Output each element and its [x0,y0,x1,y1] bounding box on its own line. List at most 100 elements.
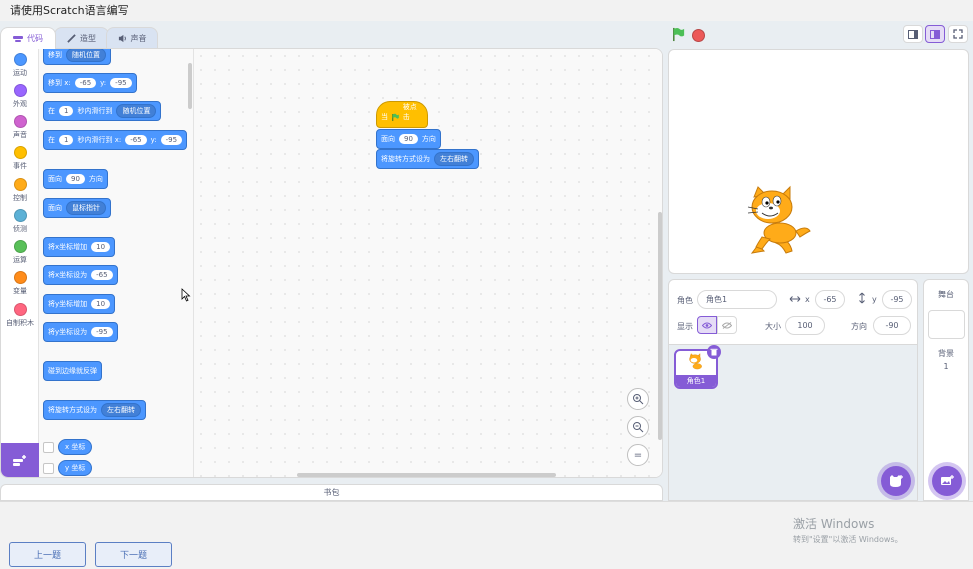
block-input[interactable]: 90 [66,174,85,184]
block-input[interactable]: -95 [110,78,132,88]
block-text: 面向 [48,204,62,212]
block-text: 方向 [421,135,436,143]
tab-sounds-label: 声音 [130,34,147,43]
block-dropdown[interactable]: 左右翻转 [101,403,141,417]
block-set-x[interactable]: 将x坐标设为 -65 [43,265,118,285]
fullscreen-button[interactable] [948,25,968,43]
category-motion[interactable]: 运动 [1,53,39,78]
add-extension-button[interactable] [1,443,39,477]
block-text: 在 [48,107,55,115]
block-input[interactable]: -95 [91,327,113,337]
reporter-x-position[interactable]: x 坐标 [58,439,93,455]
block-palette: 移到 随机位置 移到 x: -65 y: -95 在 1 秒内滑行到 随机位置 … [39,49,194,477]
block-rotation-style[interactable]: 将旋转方式设为 左右翻转 [376,149,479,169]
block-dropdown[interactable]: 鼠标指针 [66,201,106,215]
block-input[interactable]: 1 [59,135,74,145]
block-point-direction[interactable]: 面向 90 方向 [376,129,441,149]
block-glide[interactable]: 在 1 秒内滑行到 随机位置 [43,101,162,121]
backpack[interactable]: 书包 [0,484,663,501]
block-when-flag-clicked[interactable]: 当 被点击 [376,101,428,128]
stage-canvas[interactable] [668,49,969,274]
block-gotoxy[interactable]: 移到 x: -65 y: -95 [43,73,137,93]
category-dot-icon [13,53,27,66]
category-operators[interactable]: 运算 [1,240,39,265]
block-dropdown[interactable]: 左右翻转 [434,152,474,166]
category-label: 声音 [13,131,27,139]
category-variables[interactable]: 变量 [1,271,39,296]
stop-button[interactable] [692,29,705,42]
block-goto[interactable]: 移到 随机位置 [43,49,111,65]
block-bounce[interactable]: 碰到边缘就反弹 [43,361,102,381]
category-dot-icon [13,271,27,284]
tab-code[interactable]: 代码 [0,27,56,49]
watermark-line2: 转到"设置"以激活 Windows。 [793,535,903,544]
script-area[interactable]: 当 被点击 面向 90 方向 将旋转方式设为 左右翻转 = [194,49,662,477]
speaker-icon [118,34,126,43]
choose-sprite-button[interactable] [881,466,911,496]
backdrop-label: 背景 [938,349,954,358]
canvas-vertical-scrollbar[interactable] [658,212,662,440]
sprite-name-input[interactable]: 角色1 [697,290,777,309]
green-flag-button[interactable] [671,27,686,42]
block-input[interactable]: -65 [125,135,147,145]
palette-scrollbar[interactable] [188,63,192,109]
direction-input[interactable]: -90 [873,316,911,335]
reporter-y-position[interactable]: y 坐标 [58,460,93,476]
previous-question-button[interactable]: 上一题 [9,542,86,567]
block-input[interactable]: 10 [91,299,111,309]
block-text: y: [100,79,107,87]
zoom-out-button[interactable] [627,416,649,438]
cat-sprite[interactable] [744,185,814,257]
x-input[interactable]: -65 [815,290,845,309]
y-input[interactable]: -95 [882,290,912,309]
block-change-y[interactable]: 将y坐标增加 10 [43,294,116,314]
delete-sprite-button[interactable] [707,345,721,359]
x-label: x [805,295,810,304]
show-sprite-button[interactable] [697,316,717,334]
block-change-x[interactable]: 将x坐标增加 10 [43,237,116,257]
cat-add-icon [890,475,903,487]
small-stage-button[interactable] [903,25,923,43]
category-dot-icon [13,240,27,253]
x-arrows-icon [789,296,801,302]
block-input[interactable]: -95 [160,135,183,145]
block-dropdown[interactable]: 随机位置 [66,49,106,62]
block-input[interactable]: -65 [74,78,97,88]
normal-stage-button[interactable] [925,25,945,43]
size-label: 大小 [765,322,781,331]
xpos-checkbox[interactable] [43,442,54,453]
code-icon [13,35,23,42]
category-sound[interactable]: 声音 [1,115,39,140]
block-glidexy[interactable]: 在 1 秒内滑行到 x: -65 y: -95 [43,130,188,150]
ypos-checkbox[interactable] [43,463,54,474]
tab-costumes[interactable]: 造型 [54,27,109,49]
brush-icon [67,34,76,43]
block-rotation-style[interactable]: 将旋转方式设为 左右翻转 [43,400,146,420]
block-point-direction[interactable]: 面向 90 方向 [43,169,108,189]
stage-selector[interactable]: 舞台 背景 1 [923,279,969,501]
block-set-y[interactable]: 将y坐标设为 -95 [43,322,118,342]
canvas-horizontal-scrollbar[interactable] [297,473,556,477]
block-input[interactable]: 90 [399,134,418,144]
category-looks[interactable]: 外观 [1,84,39,109]
category-myblocks[interactable]: 自制积木 [1,303,39,328]
zoom-in-button[interactable] [627,388,649,410]
block-input[interactable]: -65 [91,270,113,280]
block-text: y 坐标 [65,464,86,472]
block-input[interactable]: 10 [91,242,111,252]
next-question-button[interactable]: 下一题 [95,542,172,567]
tab-sounds[interactable]: 声音 [106,27,158,49]
hide-sprite-button[interactable] [717,316,737,334]
block-dropdown[interactable]: 随机位置 [116,104,157,118]
sprite-info-panel: 角色 角色1 x -65 y -95 显示 大小 100 方向 -90 [668,279,918,345]
stage-title: 舞台 [938,290,954,299]
category-control[interactable]: 控制 [1,178,39,203]
category-events[interactable]: 事件 [1,146,39,171]
category-label: 运算 [13,256,27,264]
size-input[interactable]: 100 [785,316,825,335]
category-sensing[interactable]: 侦测 [1,209,39,234]
block-point-towards[interactable]: 面向 鼠标指针 [43,198,111,218]
block-input[interactable]: 1 [59,106,74,116]
choose-backdrop-button[interactable] [932,466,962,496]
zoom-reset-button[interactable]: = [627,444,649,466]
